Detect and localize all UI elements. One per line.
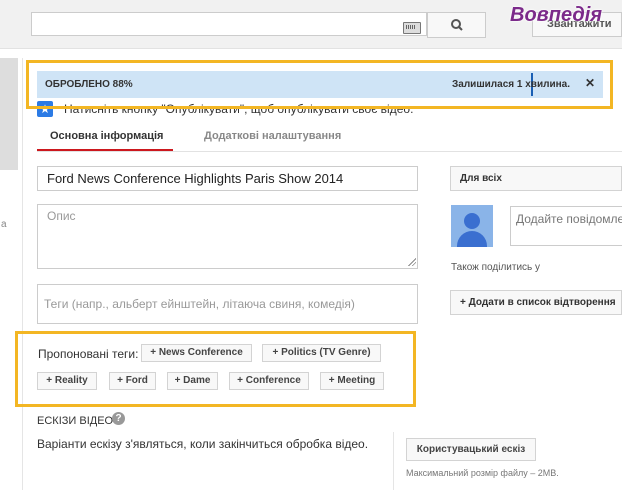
search-button[interactable] — [427, 12, 486, 38]
tab-basic-info[interactable]: Основна інформація — [50, 130, 163, 142]
suggested-tag-button[interactable]: + Reality — [37, 372, 97, 390]
progress-status: ОБРОБЛЕНО 88% — [45, 79, 133, 90]
left-divider — [22, 58, 23, 490]
custom-thumbnail-button[interactable]: Користувацький ескіз — [406, 438, 536, 461]
max-file-size: Максимальний розмір файлу – 2MB. — [406, 468, 559, 478]
title-input[interactable]: Ford News Conference Highlights Paris Sh… — [37, 166, 418, 191]
resize-handle[interactable] — [408, 258, 416, 266]
suggested-tags-label: Пропоновані теги: — [38, 347, 139, 361]
share-label: Також поділитись у — [451, 262, 541, 273]
star-icon: ★ — [37, 101, 53, 117]
thumbnails-divider — [393, 432, 394, 490]
avatar-body — [457, 231, 487, 247]
thumbnails-title: ЕСКІЗИ ВІДЕО — [37, 415, 114, 427]
thumbnails-info: Варіанти ескізу з'являться, коли закінчи… — [37, 437, 369, 451]
time-remaining: Залишилася 1 хвилина. — [452, 79, 570, 90]
share-message-placeholder: Додайте повідомлення — [516, 212, 622, 226]
tags-placeholder: Теги (напр., альберт ейнштейн, літаюча с… — [44, 297, 355, 311]
highlight-frame-tags — [15, 331, 416, 407]
suggested-tag-button[interactable]: + News Conference — [141, 344, 252, 362]
suggested-tag-button[interactable]: + Dame — [167, 372, 218, 390]
upload-progress-bar: ОБРОБЛЕНО 88% Залишилася 1 хвилина. ✕ — [37, 71, 603, 98]
avatar — [451, 205, 493, 247]
watermark: Вовпедія — [510, 4, 603, 26]
help-icon[interactable]: ? — [112, 412, 125, 425]
suggested-tag-button[interactable]: + Conference — [229, 372, 309, 390]
publish-hint: Натисніть кнопку "Опублікувати", щоб опу… — [64, 102, 414, 116]
search-input[interactable] — [31, 12, 427, 36]
tab-advanced-settings[interactable]: Додаткові налаштування — [204, 130, 341, 142]
suggested-tag-button[interactable]: + Meeting — [320, 372, 384, 390]
search-icon — [451, 19, 463, 31]
avatar-head — [464, 213, 480, 229]
keyboard-icon[interactable] — [403, 22, 421, 34]
tabs-divider — [37, 151, 622, 152]
left-sidebar-letter: а — [1, 219, 7, 230]
description-placeholder: Опис — [47, 209, 76, 223]
description-input[interactable] — [37, 204, 418, 269]
privacy-dropdown[interactable]: Для всіх — [450, 166, 622, 191]
suggested-tag-button[interactable]: + Politics (TV Genre) — [262, 344, 381, 362]
add-to-playlist-button[interactable]: + Додати в список відтворення — [450, 290, 622, 315]
close-icon[interactable]: ✕ — [585, 76, 595, 90]
left-sidebar-strip — [0, 58, 18, 170]
suggested-tag-button[interactable]: + Ford — [109, 372, 156, 390]
